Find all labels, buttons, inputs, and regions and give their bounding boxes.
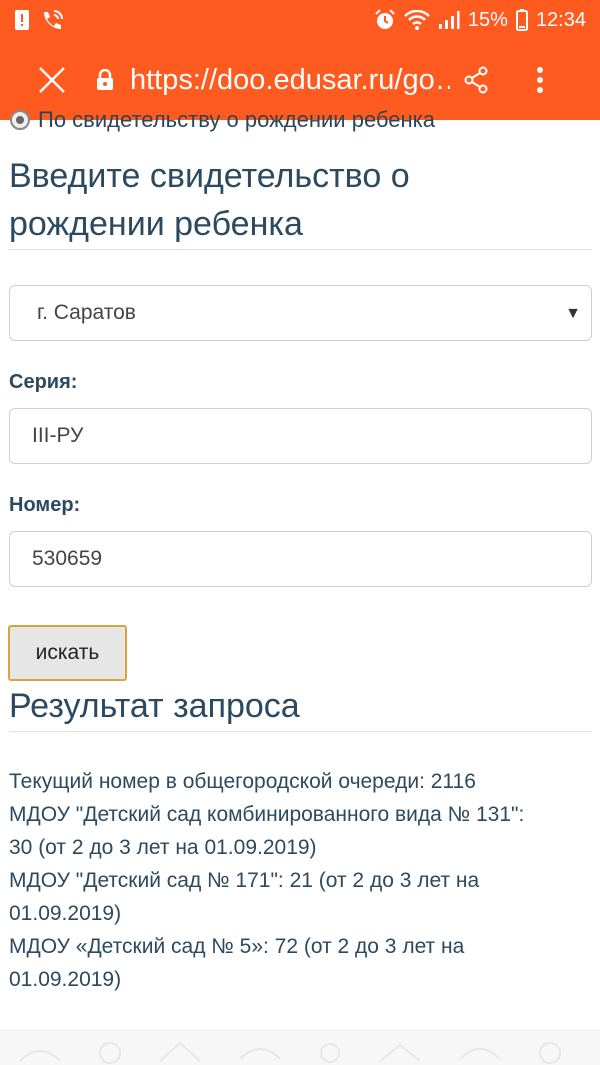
close-icon <box>39 67 65 93</box>
number-input[interactable]: 530659 <box>9 531 592 587</box>
alarm-icon <box>374 9 396 31</box>
signal-icon <box>438 10 460 30</box>
number-label: Номер: <box>9 494 81 516</box>
page-title-line1: Введите свидетельство о <box>9 157 410 195</box>
clock: 12:34 <box>535 8 586 31</box>
result-line: 30 (от 2 до 3 лет на 01.09.2019) <box>9 836 317 859</box>
result-line: Текущий номер в общегородской очереди: 2… <box>9 770 476 793</box>
close-tab-button[interactable] <box>22 50 82 110</box>
birth-certificate-option[interactable]: По свидетельству о рождении ребенка <box>10 108 435 132</box>
battery-percent: 15% <box>467 8 508 31</box>
result-line: МДОУ "Детский сад комбинированного вида … <box>9 803 525 826</box>
divider <box>9 731 592 732</box>
radio-button[interactable] <box>10 110 30 130</box>
status-bar: 15% 12:34 <box>0 0 600 40</box>
search-button[interactable]: искать <box>8 625 127 681</box>
page-content: По свидетельству о рождении ребенка Введ… <box>0 108 600 1065</box>
url-text[interactable]: https://doo.edusar.ru/go… <box>130 64 450 97</box>
divider <box>9 249 592 250</box>
city-select-value: г. Саратов <box>37 301 136 324</box>
number-value: 530659 <box>32 547 103 570</box>
page-title-line2: рождении ребенка <box>9 205 303 243</box>
result-line: МДОУ «Детский сад № 5»: 72 (от 2 до 3 ле… <box>9 935 465 958</box>
series-input[interactable]: III-РУ <box>9 408 592 464</box>
result-line: 01.09.2019) <box>9 968 122 991</box>
series-value: III-РУ <box>32 424 84 447</box>
result-line: МДОУ "Детский сад № 171": 21 (от 2 до 3 … <box>9 869 480 892</box>
more-menu-button[interactable] <box>520 50 560 110</box>
status-right-icons: 15% 12:34 <box>374 9 586 32</box>
dropdown-arrow-icon: ▼ <box>565 305 581 322</box>
result-heading: Результат запроса <box>9 687 300 725</box>
footer-decoration <box>0 1030 600 1065</box>
option-label: По свидетельству о рождении ребенка <box>38 108 436 132</box>
lock-icon <box>96 69 114 91</box>
series-label: Серия: <box>9 371 78 393</box>
share-icon <box>464 66 488 94</box>
city-select[interactable]: г. Саратов ▼ <box>9 285 592 341</box>
result-line: 01.09.2019) <box>9 902 122 925</box>
share-button[interactable] <box>456 60 496 100</box>
wifi-icon <box>404 10 430 30</box>
alert-icon <box>14 9 30 31</box>
page-title: Введите свидетельство о рождении ребенка <box>9 152 592 248</box>
more-vert-icon <box>537 67 543 93</box>
status-left-icons <box>14 9 64 31</box>
battery-icon <box>515 9 528 31</box>
result-text: Текущий номер в общегородской очереди: 2… <box>9 765 594 996</box>
phone-wifi-icon <box>40 9 64 31</box>
